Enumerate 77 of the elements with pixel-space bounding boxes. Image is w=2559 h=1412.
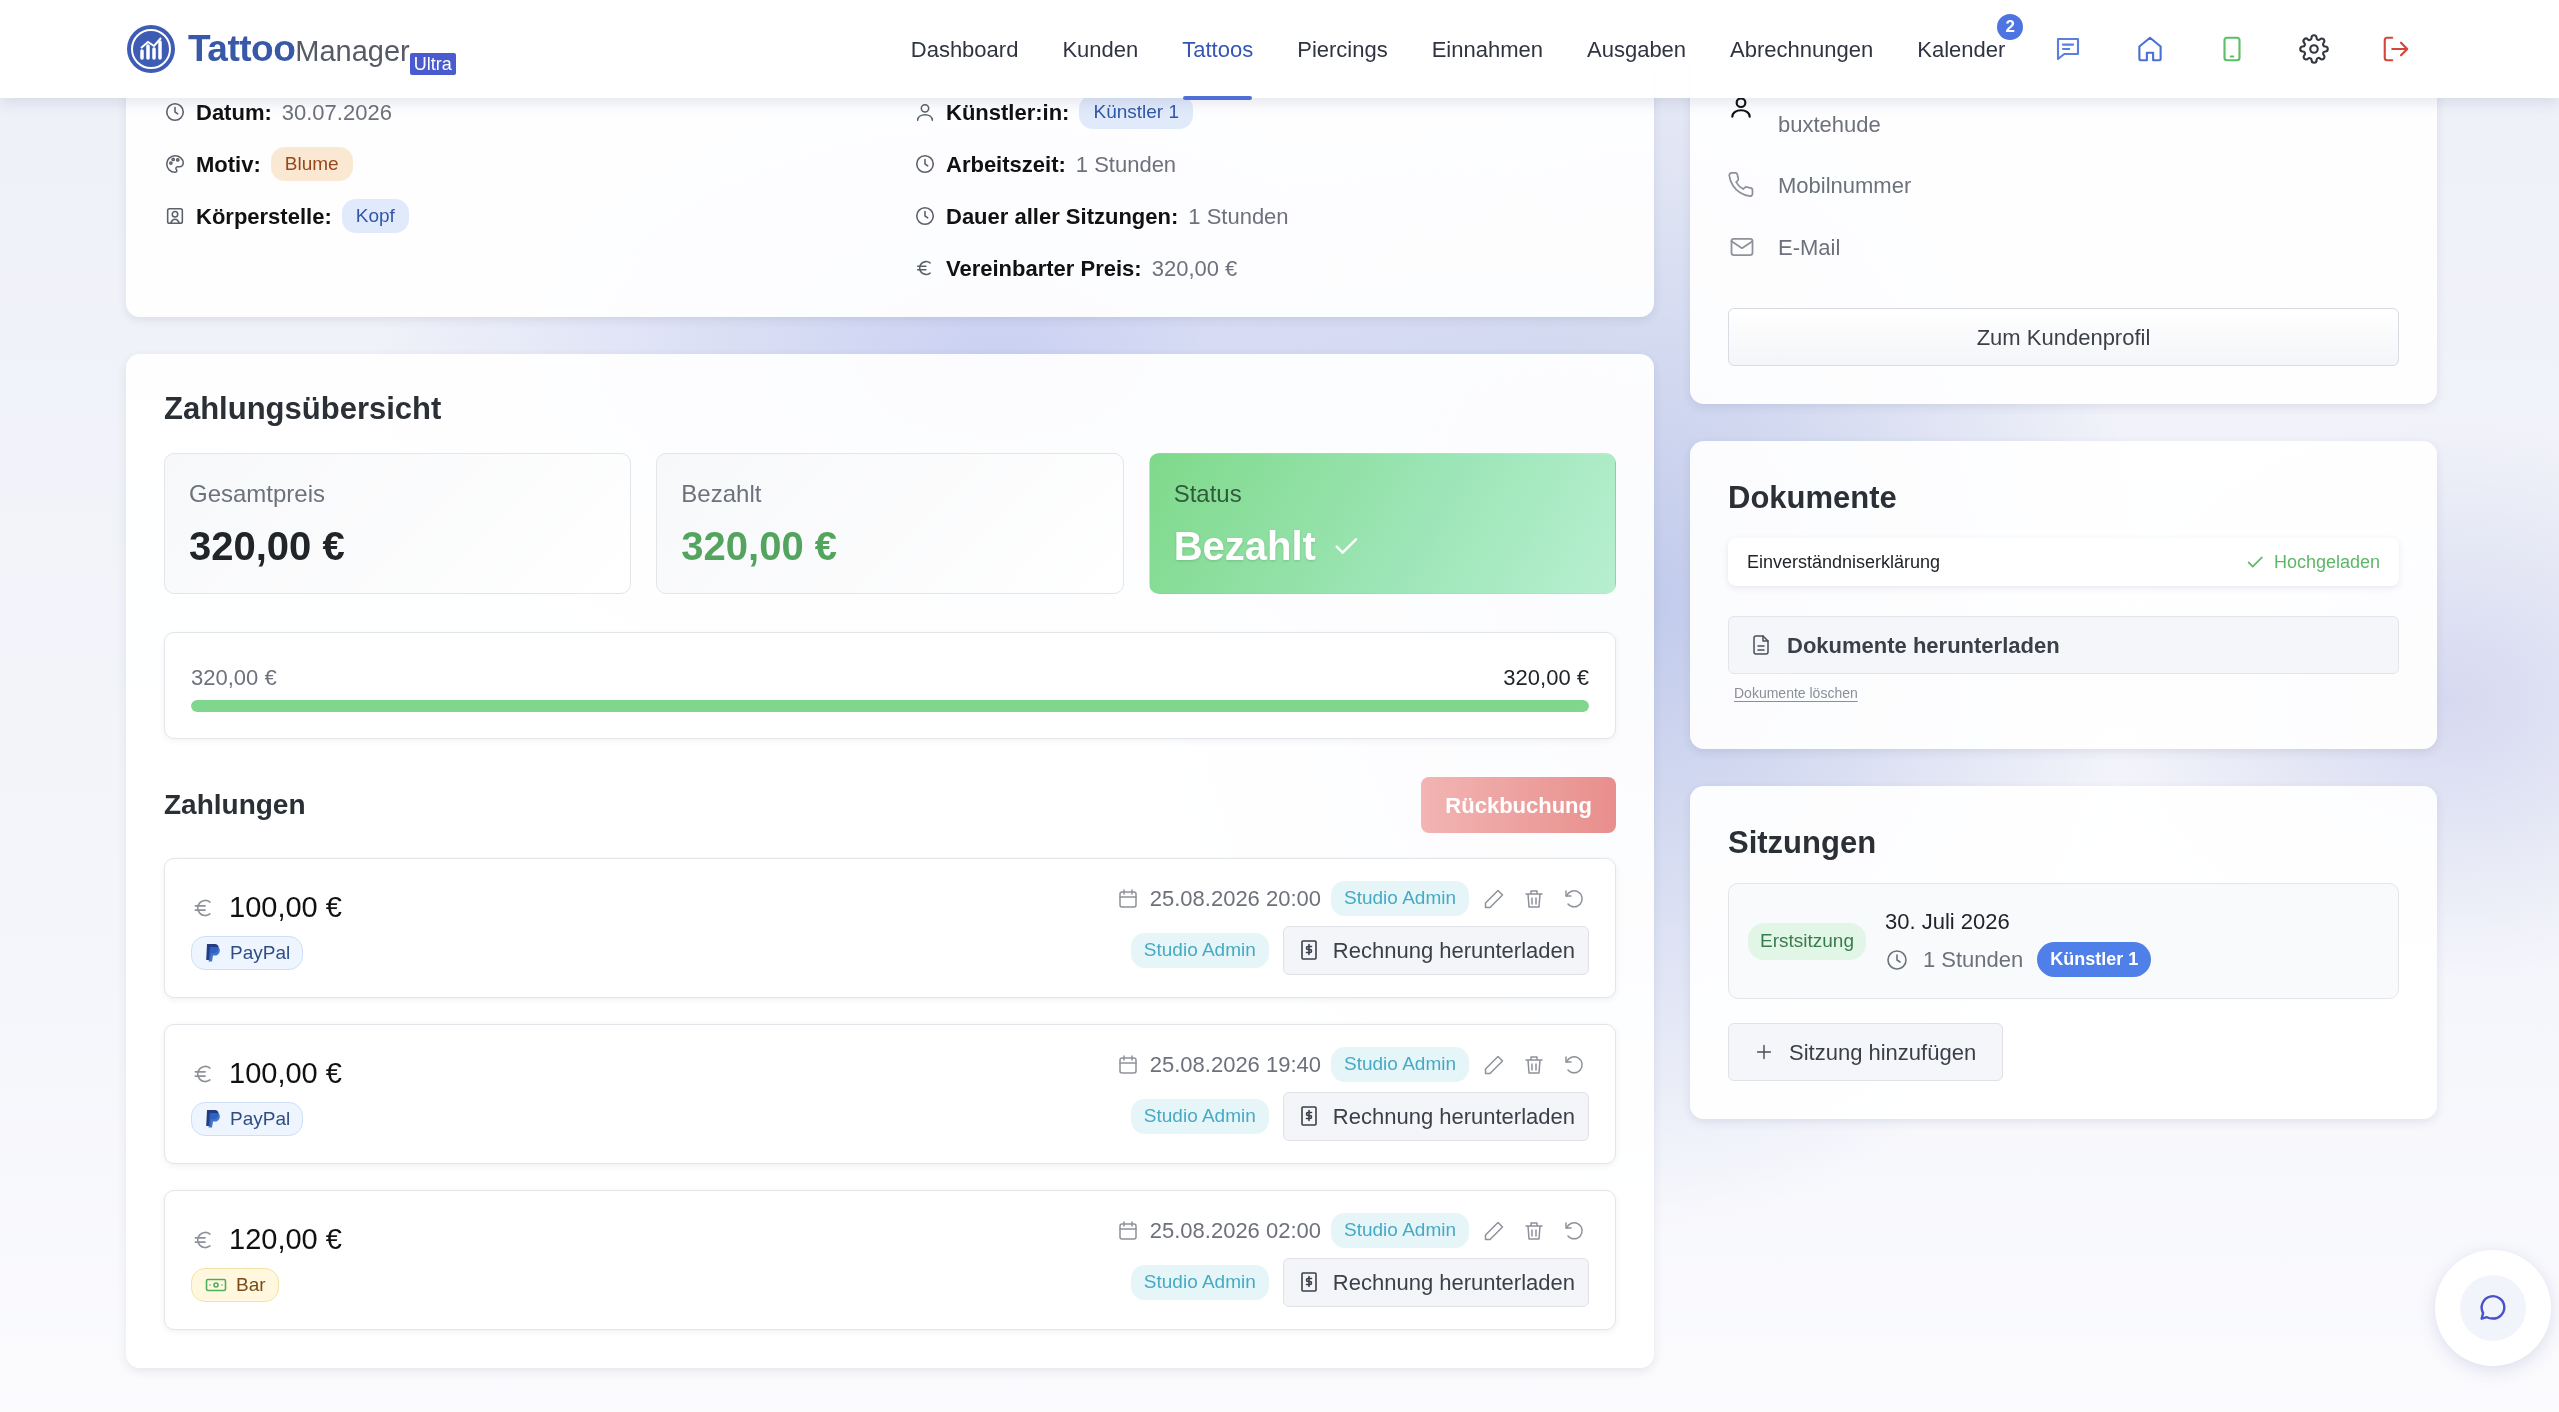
- payment-amount: 100,00 €: [229, 1056, 342, 1092]
- section-title: Zahlungen: [164, 788, 306, 822]
- detail-label: Dauer aller Sitzungen:: [946, 202, 1179, 231]
- phone-icon: [1728, 171, 1756, 199]
- count-badge: 2: [1997, 14, 2024, 40]
- stat-label: Bezahlt: [681, 479, 763, 510]
- artist-badge: Künstler 1: [2037, 942, 2152, 978]
- section-title: Sitzungen: [1728, 824, 1878, 862]
- detail-label: Arbeitszeit:: [946, 150, 1066, 179]
- stat-value: 320,00 €: [681, 523, 838, 571]
- nav-link[interactable]: Dashboard: [888, 0, 1041, 98]
- total-amount: 320,00 €: [1503, 664, 1589, 693]
- section-title: Dokumente: [1728, 479, 1898, 517]
- download-invoice-button[interactable]: Rechnung herunterladen: [1282, 925, 1589, 975]
- session-type-tag: Erstsitzung: [1748, 923, 1866, 960]
- download-invoice-button[interactable]: Rechnung herunterladen: [1282, 1091, 1589, 1141]
- stat-value: Bezahlt: [1173, 523, 1316, 571]
- payment-amount: 120,00 €: [229, 1222, 342, 1258]
- detail-label: Datum:: [196, 98, 272, 127]
- user-tag: Studio Admin: [1130, 1099, 1269, 1134]
- nav-link[interactable]: Kalender 2: [1895, 0, 2028, 98]
- phone-label: Mobilnummer: [1778, 171, 1912, 200]
- edition-badge: Ultra: [409, 53, 456, 76]
- session-duration: 1 Stunden: [1923, 946, 2024, 975]
- payment-method: Bar: [191, 1267, 279, 1303]
- person-icon: [914, 101, 936, 123]
- download-documents-button[interactable]: Dokumente herunterladen: [1728, 616, 2399, 675]
- nav-link[interactable]: Piercings: [1275, 0, 1410, 98]
- user-tag: Studio Admin: [1331, 881, 1469, 916]
- detail-tag: Kopf: [341, 198, 409, 234]
- customer-city: buxtehude: [1778, 111, 1881, 139]
- document-name: Einverständniserklärung: [1747, 550, 1941, 574]
- customer-profile-button[interactable]: Zum Kundenprofil: [1728, 308, 2399, 366]
- detail-label: Künstler:in:: [946, 98, 1070, 127]
- stat-value: 320,00 €: [189, 523, 345, 571]
- detail-value: 1 Stunden: [1188, 202, 1289, 231]
- section-title: Zahlungsübersicht: [164, 390, 443, 428]
- user-tag: Studio Admin: [1331, 1047, 1469, 1082]
- person-frame-icon: [164, 205, 186, 227]
- palette-icon: [164, 153, 186, 175]
- payment-method: PayPal: [191, 1101, 304, 1137]
- download-invoice-button[interactable]: Rechnung herunterladen: [1282, 1257, 1589, 1307]
- upload-status: Hochgeladen: [2273, 550, 2380, 574]
- clock-icon: [1885, 947, 1909, 972]
- nav-link[interactable]: Einnahmen: [1409, 0, 1565, 98]
- paid-amount: 320,00 €: [191, 664, 277, 693]
- logo-icon: [126, 24, 176, 74]
- nav-link[interactable]: Abrechnungen: [1708, 0, 1896, 98]
- stat-label: Gesamtpreis: [189, 479, 327, 510]
- user-tag: Studio Admin: [1130, 1265, 1269, 1300]
- payment-date: 25.08.2026 19:40: [1149, 1051, 1322, 1080]
- nav-link[interactable]: Ausgaben: [1565, 0, 1709, 98]
- session-date: 30. Juli 2026: [1885, 908, 2011, 937]
- user-tag: Studio Admin: [1130, 933, 1269, 968]
- detail-value: 30.07.2026: [281, 98, 392, 127]
- email-label: E-Mail: [1778, 233, 1841, 262]
- user-tag: Studio Admin: [1331, 1213, 1469, 1248]
- detail-label: Motiv:: [196, 150, 261, 179]
- detail-tag: Blume: [270, 146, 353, 182]
- payment-amount: 100,00 €: [229, 890, 342, 926]
- detail-value: 1 Stunden: [1075, 150, 1177, 179]
- detail-label: Vereinbarter Preis:: [946, 254, 1142, 283]
- settings-icon[interactable]: [2299, 34, 2330, 64]
- payment-method: PayPal: [191, 935, 304, 971]
- payment-date: 25.08.2026 20:00: [1149, 885, 1322, 914]
- clock-icon: [164, 101, 186, 123]
- detail-value: 320,00 €: [1151, 254, 1238, 283]
- brand-suffix: Manager: [295, 34, 410, 70]
- stat-label: Status: [1173, 479, 1243, 510]
- brand-name: Tattoo: [188, 27, 296, 72]
- clock-icon: [914, 153, 936, 175]
- detail-label: Körperstelle:: [196, 202, 332, 231]
- paypal-icon: [204, 942, 222, 963]
- payment-date: 25.08.2026 02:00: [1149, 1217, 1322, 1246]
- clock-icon: [914, 205, 936, 227]
- paypal-icon: [204, 1108, 222, 1129]
- add-session-button[interactable]: Sitzung hinzufügen: [1728, 1023, 2004, 1082]
